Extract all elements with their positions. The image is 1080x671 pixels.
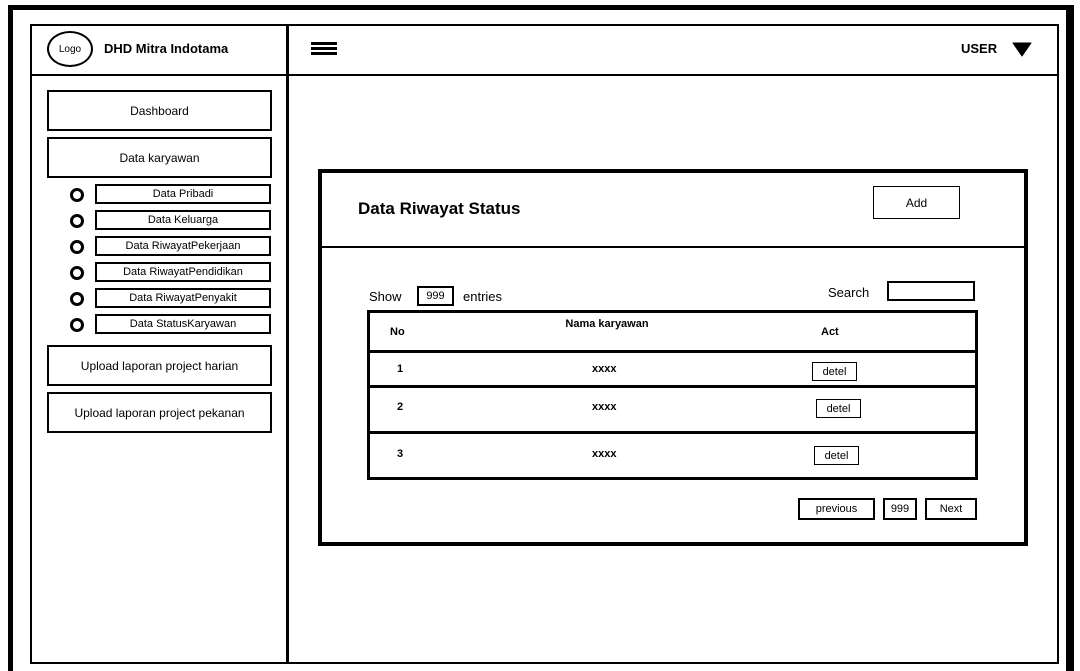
hamburger-menu-icon[interactable]: [311, 42, 337, 56]
cell-name: xxxx: [592, 363, 617, 375]
row-divider: [367, 350, 978, 353]
next-button[interactable]: Next: [925, 498, 977, 520]
detail-button[interactable]: detel: [812, 362, 857, 381]
frame-top-border: [8, 5, 1074, 10]
bullet-icon: [70, 292, 84, 306]
sidebar-subitem-data-keluarga[interactable]: Data Keluarga: [95, 210, 271, 230]
sidebar-item-upload-pekanan[interactable]: Upload laporan project pekanan: [47, 392, 272, 433]
detail-button[interactable]: detel: [814, 446, 859, 465]
frame-right-border: [1066, 5, 1074, 671]
cell-name: xxxx: [592, 448, 617, 460]
user-menu-label[interactable]: USER: [961, 41, 997, 56]
sidebar-divider: [286, 24, 289, 664]
bullet-icon: [70, 318, 84, 332]
entries-label: entries: [463, 289, 503, 304]
cell-no: 2: [397, 401, 404, 413]
page-title: Data Riwayat Status: [358, 199, 521, 218]
bullet-icon: [70, 240, 84, 254]
sidebar-item-data-karyawan[interactable]: Data karyawan: [47, 137, 272, 178]
sidebar-subitem-data-riwayat-pendidikan[interactable]: Data RiwayatPendidikan: [95, 262, 271, 282]
row-divider: [367, 385, 978, 388]
cell-name: xxxx: [592, 401, 617, 413]
column-header-nama: Nama karyawan: [565, 318, 649, 330]
add-button[interactable]: Add: [873, 186, 960, 219]
show-label: Show: [369, 289, 402, 304]
cell-no: 1: [397, 363, 404, 375]
search-label: Search: [828, 285, 870, 300]
header-divider: [30, 74, 1059, 76]
column-header-no: No: [390, 326, 405, 338]
sidebar-subitem-data-status-karyawan[interactable]: Data StatusKaryawan: [95, 314, 271, 334]
sidebar-item-upload-harian[interactable]: Upload laporan project harian: [47, 345, 272, 386]
sidebar-subitem-data-riwayat-penyakit[interactable]: Data RiwayatPenyakit: [95, 288, 271, 308]
search-input[interactable]: [887, 281, 975, 301]
logo-text: Logo: [58, 43, 82, 55]
row-divider: [367, 431, 978, 434]
brand-name: DHD Mitra Indotama: [104, 41, 229, 56]
logo: Logo: [47, 31, 93, 67]
bullet-icon: [70, 214, 84, 228]
cell-no: 3: [397, 448, 404, 460]
bullet-icon: [70, 188, 84, 202]
column-header-act: Act: [821, 326, 839, 338]
detail-button[interactable]: detel: [816, 399, 861, 418]
sidebar-item-dashboard[interactable]: Dashboard: [47, 90, 272, 131]
caret-down-icon[interactable]: [1012, 41, 1032, 57]
previous-button[interactable]: previous: [798, 498, 875, 520]
frame-left-border: [8, 5, 13, 671]
page-number[interactable]: 999: [883, 498, 917, 520]
data-table: [367, 310, 978, 480]
sidebar-subitem-data-pribadi[interactable]: Data Pribadi: [95, 184, 271, 204]
sidebar-subitem-data-riwayat-pekerjaan[interactable]: Data RiwayatPekerjaan: [95, 236, 271, 256]
card-header-divider: [318, 246, 1028, 248]
bullet-icon: [70, 266, 84, 280]
entries-select[interactable]: 999: [417, 286, 454, 306]
